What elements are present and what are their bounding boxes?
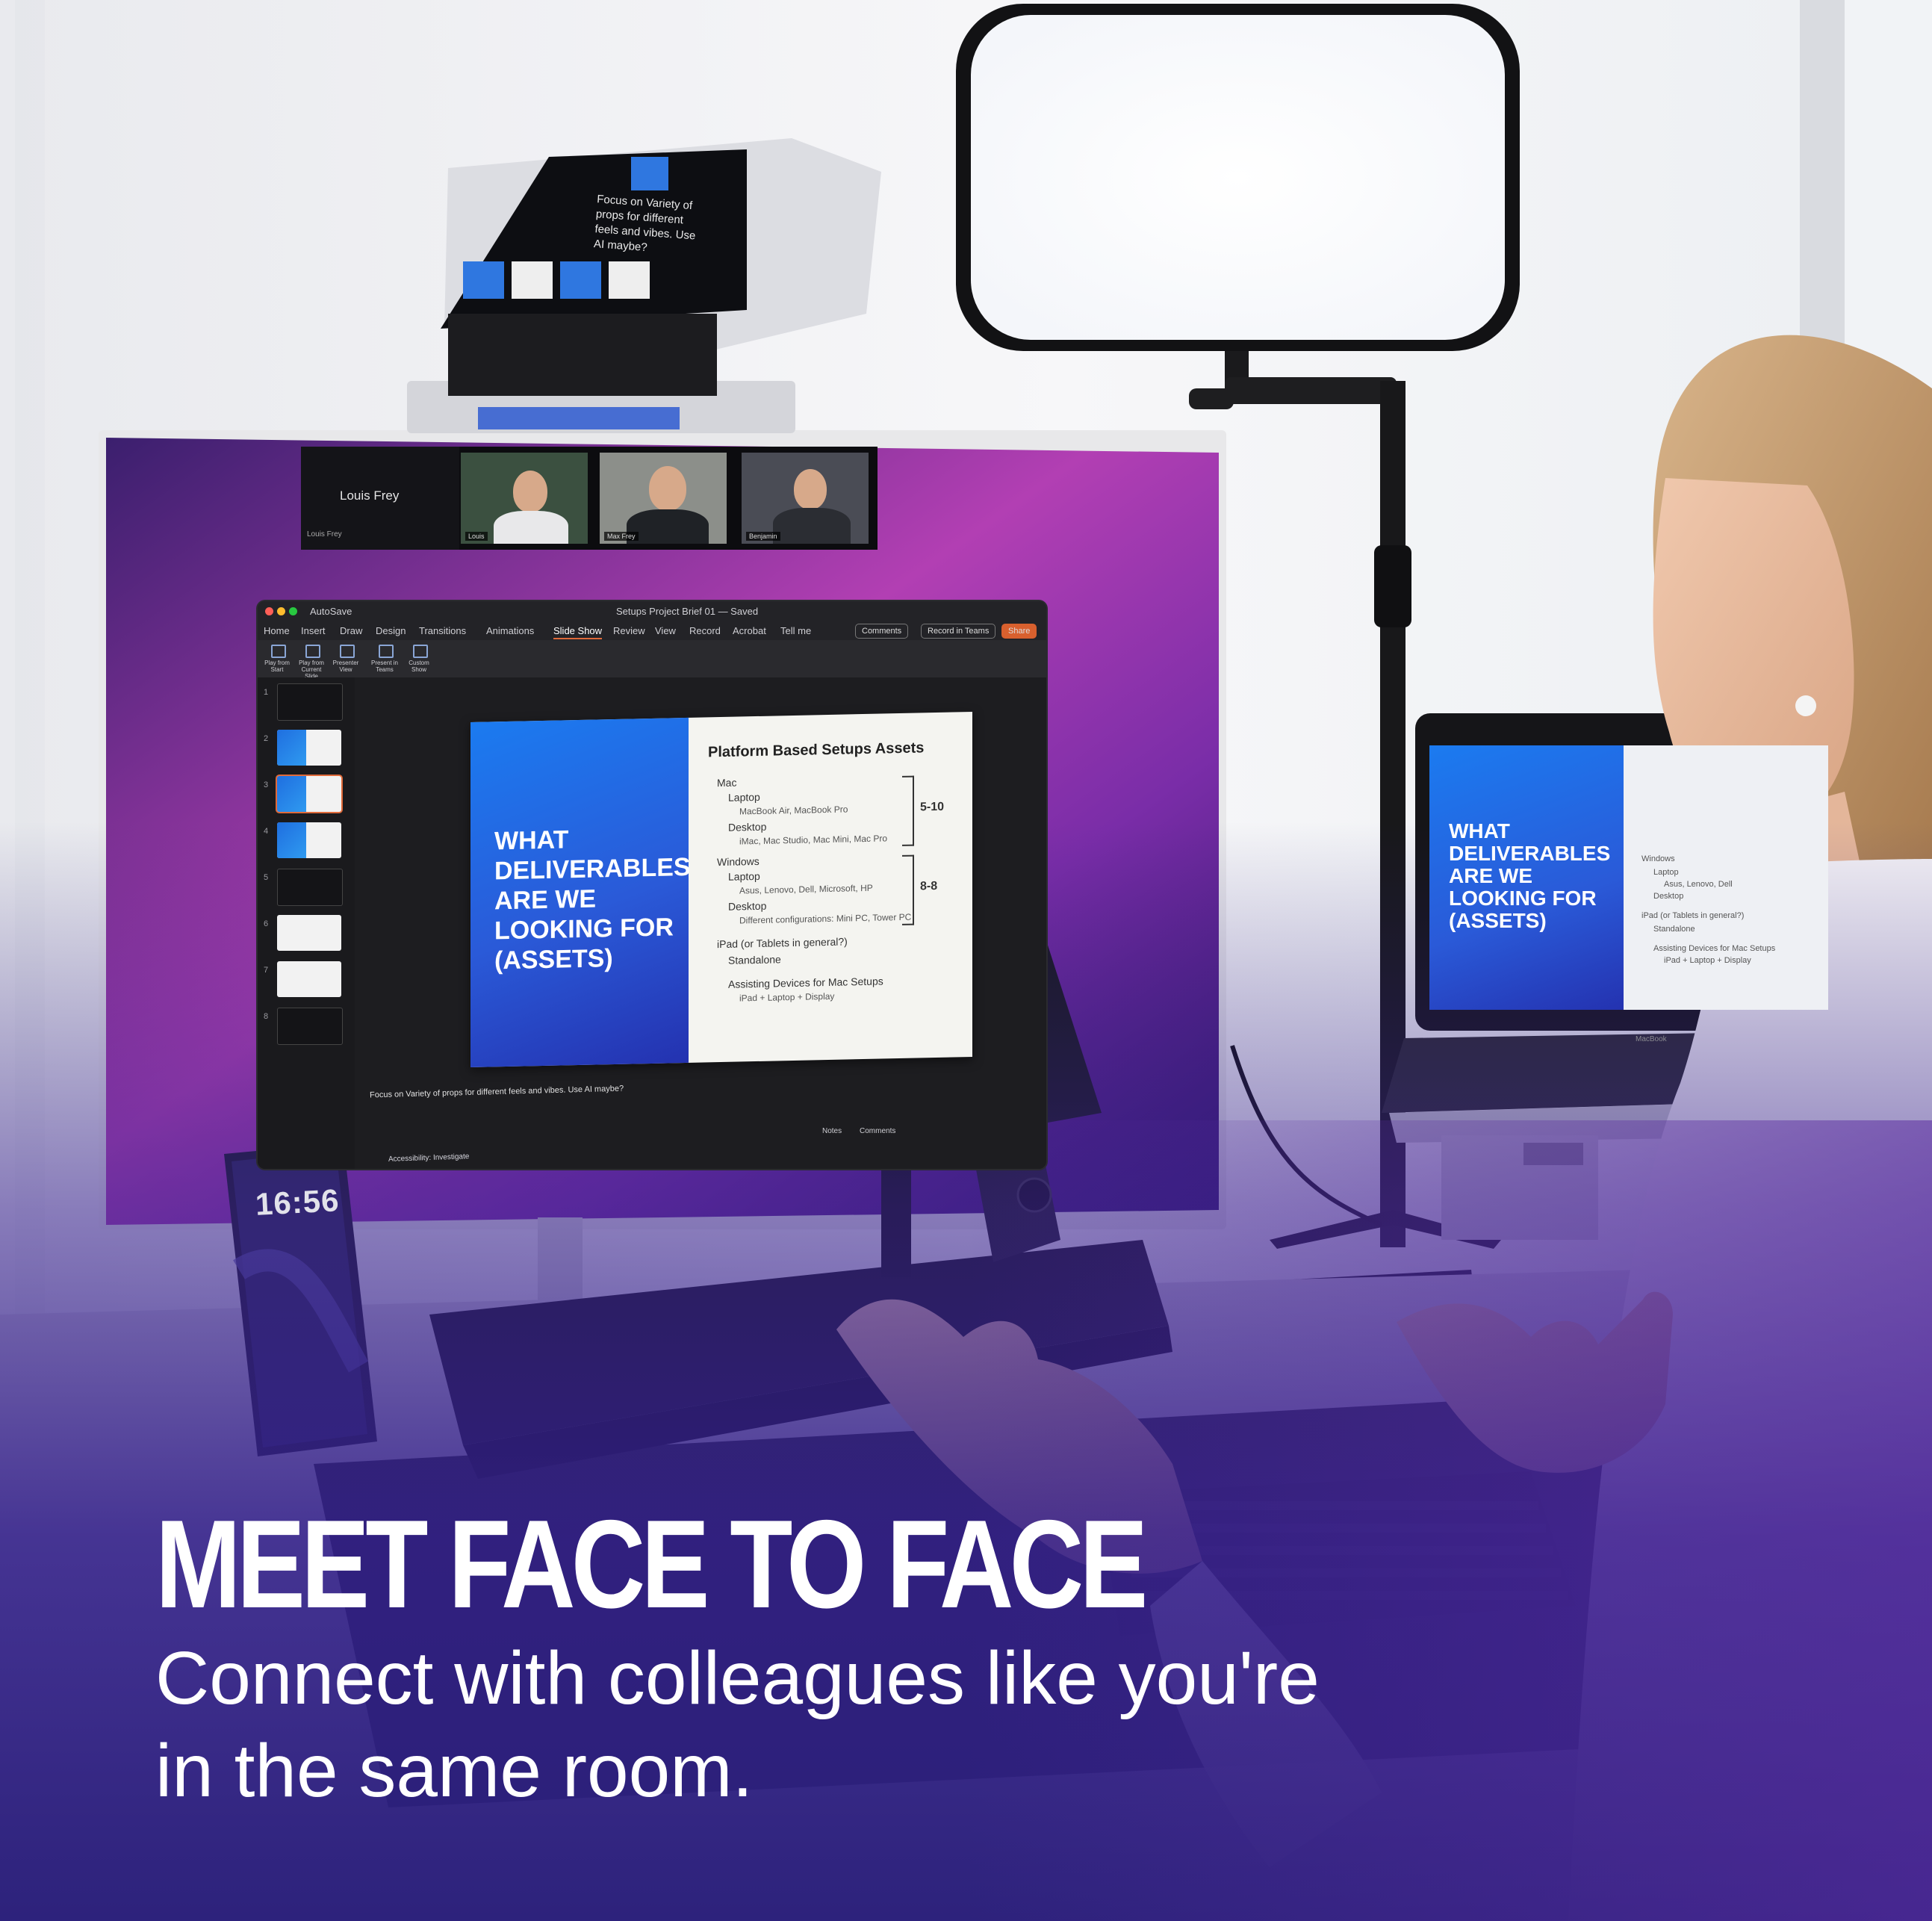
hero-subtitle-line-2: in the same room. bbox=[155, 1729, 754, 1813]
present-in-teams-button[interactable]: Present in Teams bbox=[370, 645, 400, 673]
slide-thumbnail[interactable] bbox=[277, 822, 341, 858]
slide-bullet: Desktop bbox=[728, 899, 767, 913]
laptop-screen-slide: WHAT DELIVERABLES ARE WE LOOKING FOR (AS… bbox=[1429, 745, 1828, 1010]
hero-subtitle: Connect with colleagues like you're in t… bbox=[155, 1632, 1574, 1817]
status-comments[interactable]: Comments bbox=[860, 1127, 895, 1135]
slide-thumbnails: 1 2 3 4 5 6 7 8 bbox=[258, 677, 355, 1169]
slide-subbullet: Asus, Lenovo, Dell, Microsoft, HP bbox=[739, 882, 873, 896]
play-from-start-button[interactable]: Play from Start bbox=[262, 645, 292, 673]
ribbon-tabs: Home Insert Draw Design Transitions Anim… bbox=[258, 621, 1046, 640]
participant-tile[interactable]: Benjamin bbox=[742, 453, 869, 544]
tab-draw[interactable]: Draw bbox=[340, 625, 362, 636]
custom-show-button[interactable]: Custom Show bbox=[404, 645, 434, 673]
play-from-current-button[interactable]: Play from Current Slide bbox=[296, 645, 326, 680]
asset-count: 8-8 bbox=[920, 879, 938, 893]
close-icon[interactable] bbox=[265, 607, 273, 615]
bracket bbox=[902, 854, 914, 925]
tab-review[interactable]: Review bbox=[613, 625, 645, 636]
slide-subbullet: MacBook Air, MacBook Pro bbox=[739, 804, 848, 817]
slide-bullet: Standalone bbox=[728, 953, 781, 966]
autosave-label[interactable]: AutoSave bbox=[310, 606, 352, 617]
phone-clock: 16:56 bbox=[254, 1182, 341, 1222]
key-light-panel bbox=[971, 15, 1505, 340]
light-arm bbox=[1225, 377, 1397, 404]
earring bbox=[1795, 695, 1816, 716]
slide-bullet: Laptop bbox=[728, 869, 760, 883]
presenter-icon bbox=[340, 645, 355, 658]
slide-thumbnail-selected[interactable] bbox=[277, 776, 341, 812]
host-subname: Louis Frey bbox=[307, 530, 342, 539]
hero-title: MEET FACE TO FACE bbox=[155, 1494, 1148, 1634]
participant-tile[interactable]: Louis bbox=[461, 453, 588, 544]
tab-slide-show[interactable]: Slide Show bbox=[553, 625, 603, 639]
title-bar: AutoSave Setups Project Brief 01 — Saved bbox=[258, 601, 1046, 621]
laptop-brand: MacBook bbox=[1636, 1035, 1667, 1043]
slide-bullet: Assisting Devices for Mac Setups bbox=[728, 975, 883, 990]
slide-subbullet: iPad + Laptop + Display bbox=[739, 990, 835, 1004]
slide-bullet: Mac bbox=[717, 776, 737, 789]
tab-animations[interactable]: Animations bbox=[486, 625, 534, 636]
slide-title: Platform Based Setups Assets bbox=[708, 739, 925, 761]
slide-thumbnail[interactable] bbox=[277, 869, 343, 906]
tab-tell-me[interactable]: Tell me bbox=[780, 625, 811, 636]
slide-bullet: Laptop bbox=[728, 790, 760, 804]
participant-name: Louis bbox=[465, 532, 488, 541]
play-icon bbox=[305, 645, 320, 658]
slide-bullet: Windows bbox=[717, 854, 760, 869]
comments-button[interactable]: Comments bbox=[855, 624, 909, 639]
play-icon bbox=[271, 645, 286, 658]
hero-subtitle-line-1: Connect with colleagues like you're bbox=[155, 1636, 1320, 1720]
tab-home[interactable]: Home bbox=[264, 625, 290, 636]
bracket bbox=[902, 775, 914, 846]
file-title: Setups Project Brief 01 — Saved bbox=[616, 606, 759, 617]
share-button[interactable]: Share bbox=[1001, 624, 1037, 639]
slide-bullet: Desktop bbox=[728, 820, 767, 834]
record-in-teams-button[interactable]: Record in Teams bbox=[921, 624, 996, 639]
slide-subbullet: iMac, Mac Studio, Mac Mini, Mac Pro bbox=[739, 833, 888, 847]
tab-acrobat[interactable]: Acrobat bbox=[733, 625, 766, 636]
custom-show-icon bbox=[413, 645, 428, 658]
slide-bullet: iPad (or Tablets in general?) bbox=[717, 935, 848, 951]
teams-icon bbox=[379, 645, 394, 658]
slide-thumbnail[interactable] bbox=[277, 1008, 343, 1045]
host-tile[interactable]: Louis Frey Louis Frey bbox=[301, 447, 459, 550]
product-photo: Focus on Variety of props for different … bbox=[0, 0, 1932, 1921]
laptop-slide-headline: WHAT DELIVERABLES ARE WE LOOKING FOR (AS… bbox=[1449, 819, 1611, 932]
tab-view[interactable]: View bbox=[655, 625, 676, 636]
slide-thumbnail[interactable] bbox=[277, 730, 341, 766]
teleprompter-text: Focus on Variety of props for different … bbox=[593, 193, 696, 255]
minimize-icon[interactable] bbox=[277, 607, 285, 615]
asset-count: 5-10 bbox=[920, 800, 945, 814]
tab-record[interactable]: Record bbox=[689, 625, 721, 636]
slide-thumbnail[interactable] bbox=[277, 915, 341, 951]
status-notes[interactable]: Notes bbox=[822, 1127, 842, 1135]
tab-insert[interactable]: Insert bbox=[301, 625, 326, 636]
slide-subbullet: Different configurations: Mini PC, Tower… bbox=[739, 911, 912, 926]
tab-transitions[interactable]: Transitions bbox=[419, 625, 466, 636]
slide-thumbnail[interactable] bbox=[277, 961, 341, 997]
tab-design[interactable]: Design bbox=[376, 625, 406, 636]
presenter-view-button[interactable]: Presenter View bbox=[331, 645, 361, 673]
zoom-icon[interactable] bbox=[289, 607, 297, 615]
slide-show-ribbon: Play from Start Play from Current Slide … bbox=[258, 640, 1046, 680]
main-slide: WHAT DELIVERABLES ARE WE LOOKING FOR (AS… bbox=[470, 711, 972, 1068]
slide-headline: WHAT DELIVERABLES ARE WE LOOKING FOR (AS… bbox=[494, 825, 691, 975]
slide-thumbnail[interactable] bbox=[277, 683, 343, 721]
video-call-strip: Louis Frey Louis Frey Louis Max Frey Ben… bbox=[301, 447, 878, 550]
participant-name: Max Frey bbox=[604, 532, 639, 541]
participant-name: Benjamin bbox=[746, 532, 780, 541]
host-name: Louis Frey bbox=[340, 488, 400, 503]
participant-tile[interactable]: Max Frey bbox=[600, 453, 727, 544]
